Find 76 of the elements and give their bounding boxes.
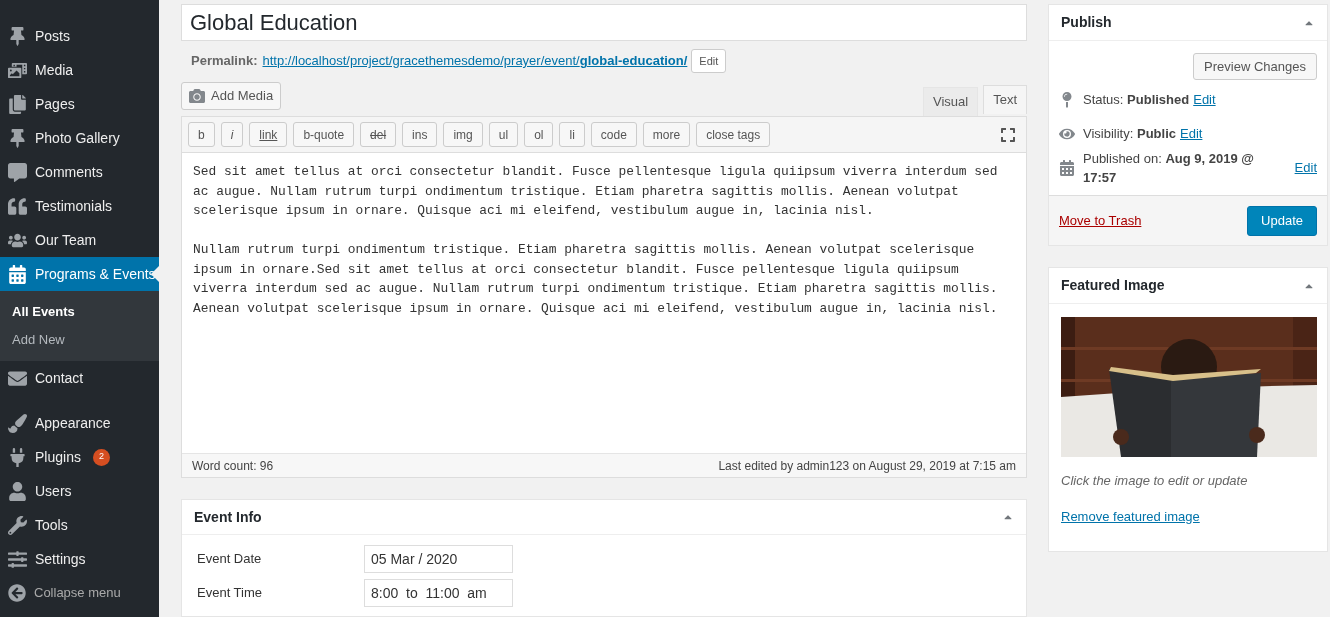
sidebar-item[interactable]: Contact <box>0 361 159 395</box>
sidebar-item[interactable]: Settings <box>0 542 159 576</box>
quicktag-button[interactable]: ins <box>402 122 438 147</box>
editor-tab[interactable]: Visual <box>922 87 979 116</box>
collapse-icon <box>8 584 26 602</box>
add-media-button[interactable]: Add Media <box>181 82 282 110</box>
quicktag-button[interactable]: b-quote <box>293 122 355 147</box>
text-field[interactable]: 05 Mar / 2020 <box>364 545 513 573</box>
remove-featured-image-link[interactable]: Remove featured image <box>1061 506 1315 526</box>
publish-status-text: Published on: Aug 9, 2019 @ 17:57 <box>1083 149 1255 187</box>
sidebar-item[interactable]: Comments <box>0 155 159 189</box>
envelope-icon <box>8 368 27 388</box>
sidebar-item[interactable]: Posts <box>0 19 159 53</box>
sidebar-item[interactable]: Appearance <box>0 406 159 440</box>
panel-title: Featured Image <box>1061 276 1165 295</box>
plug-icon <box>8 447 27 467</box>
editor-paragraph: Sed sit amet tellus at orci consectetur blandit. Fusce pellentesque ligula quiipsum viverra interdum sed ac augue. Nullam rutrum turpi ondimentum tristique. Etiam pharetra sagittis mollis. Aenean volutpat scelerisque ipsum in ornare. Quisque aci mi eleifend, vestibulum augue in, lacinia nisl. <box>193 163 999 220</box>
quicktag-button[interactable]: li <box>559 122 585 147</box>
speech-bubble-icon <box>8 162 27 182</box>
pages-icon <box>8 94 27 114</box>
permalink-label: Permalink: <box>191 52 258 71</box>
publish-status-text: Visibility: Public <box>1083 125 1176 144</box>
quicktag-button[interactable]: del <box>360 122 397 147</box>
quicktag-button[interactable]: b <box>188 122 215 147</box>
text-field[interactable]: 8:00 to 11:00 am <box>364 579 513 607</box>
eye-icon <box>1059 126 1075 142</box>
update-count-badge: 2 <box>92 448 110 466</box>
word-count: Word count: 96 <box>192 457 274 475</box>
panel-title: Event Info <box>194 507 262 527</box>
quicktag-button[interactable]: i <box>220 122 244 147</box>
edit-permalink-button[interactable]: Edit <box>691 49 727 73</box>
sliders-icon <box>8 549 27 569</box>
permalink-link[interactable]: http://localhost/project/gracethemesdemo/prayer/event/global-education/ <box>262 51 688 71</box>
quicktag-button[interactable]: link <box>249 122 288 147</box>
quicktag-button[interactable]: ol <box>524 122 554 147</box>
calendar-icon <box>8 264 27 284</box>
quicktag-button[interactable]: img <box>443 122 483 147</box>
wrench-icon <box>8 515 27 535</box>
edit-link[interactable]: Edit <box>1193 90 1216 110</box>
editor-tab[interactable]: Text <box>983 85 1027 114</box>
update-button[interactable]: Update <box>1247 205 1317 236</box>
quicktag-button[interactable]: ul <box>488 122 519 147</box>
panel-title: Publish <box>1061 13 1112 32</box>
submenu-item[interactable]: All Events <box>0 298 159 326</box>
sidebar-item[interactable]: Media <box>0 53 159 87</box>
field-label: Event Date <box>197 550 263 569</box>
editor-paragraph: Nullam rutrum turpi ondimentum tristique. Etiam pharetra sagittis mollis. Aenean volutpat scelerisque ipsum in ornare.Sed sit amet tellus at orci consectetur blandit. Fusce pellentesque ligula quiipsum viverra interdum sed ac augue. Nullam rutrum turpi ondimentum tristique. Etiam pharetra sagittis mollis. Aenean volutpat scelerisque ipsum in ornare. Quisque aci mi eleifend, vestibulum augue in, lacinia nisl. <box>193 241 999 318</box>
sidebar-item[interactable]: Testimonials <box>0 189 159 223</box>
calendar-icon <box>1059 160 1075 176</box>
image-hint: Click the image to edit or update <box>1061 472 1249 490</box>
fullscreen-icon[interactable] <box>1000 126 1016 143</box>
sidebar-item[interactable]: Pages <box>0 87 159 121</box>
sidebar-item[interactable]: Programs & Events <box>0 257 159 291</box>
quicktag-button[interactable]: code <box>590 122 637 147</box>
publish-status-text: Status: Published <box>1083 91 1190 110</box>
submenu-item[interactable]: Add New <box>0 326 159 354</box>
title-field[interactable]: Global Education <box>181 4 1027 41</box>
edit-link[interactable]: Edit <box>1180 124 1203 144</box>
preview-changes-button[interactable]: Preview Changes <box>1193 53 1317 80</box>
pin-icon <box>8 128 27 148</box>
pin-icon <box>8 26 27 46</box>
edit-link[interactable]: Edit <box>1294 158 1317 178</box>
quote-icon <box>8 196 27 216</box>
collapse-menu-button[interactable]: Collapse menu <box>0 576 159 610</box>
sidebar-item[interactable]: Plugins 2 <box>0 440 159 474</box>
quicktag-button[interactable]: more <box>642 122 691 147</box>
brush-icon <box>8 413 27 433</box>
sidebar-item[interactable]: Our Team <box>0 223 159 257</box>
field-label: Event Time <box>197 584 264 603</box>
last-edited-text: Last edited by admin123 on August 29, 2019 at 7:15 am <box>718 457 1016 475</box>
user-icon <box>8 481 27 501</box>
quicktag-button[interactable]: close tags <box>696 122 771 147</box>
sidebar-item[interactable]: Tools <box>0 508 159 542</box>
sidebar-item[interactable]: Users <box>0 474 159 508</box>
sidebar-item[interactable]: Photo Gallery <box>0 121 159 155</box>
move-to-trash-link[interactable]: Move to Trash <box>1059 210 1142 231</box>
